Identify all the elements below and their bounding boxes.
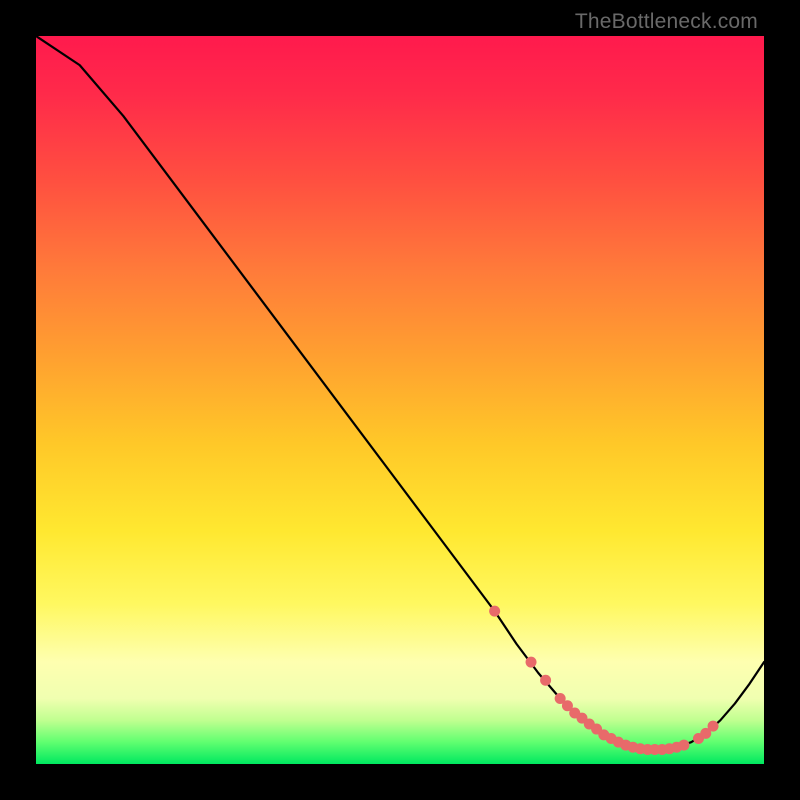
plot-area bbox=[36, 36, 764, 764]
highlight-markers bbox=[489, 606, 718, 755]
chart-container: TheBottleneck.com bbox=[0, 0, 800, 800]
watermark-text: TheBottleneck.com bbox=[575, 10, 758, 34]
bottleneck-curve bbox=[36, 36, 764, 749]
chart-svg bbox=[36, 36, 764, 764]
